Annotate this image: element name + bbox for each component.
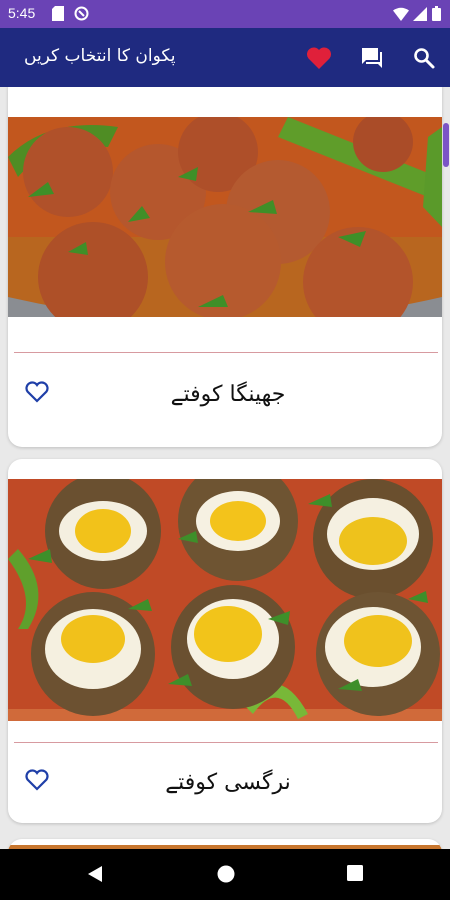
data-saver-icon xyxy=(74,6,89,25)
recipe-image xyxy=(8,117,442,317)
recipe-list[interactable]: جھینگا کوفتے نرگسی کوفتے xyxy=(0,87,450,849)
signal-icon xyxy=(413,6,427,25)
chat-icon[interactable] xyxy=(360,46,384,70)
card-divider xyxy=(14,352,438,353)
card-divider xyxy=(14,742,438,743)
recents-icon[interactable] xyxy=(346,864,364,886)
status-bar: 5:45 xyxy=(0,0,450,28)
system-nav-bar xyxy=(0,849,450,900)
heart-outline-icon[interactable] xyxy=(24,767,50,793)
sim-card-icon xyxy=(52,6,64,25)
app-bar: پکوان کا انتخاب کریں xyxy=(0,28,450,87)
recipe-name: نرگسی کوفتے xyxy=(165,770,291,795)
recipe-card[interactable]: نرگسی کوفتے xyxy=(8,459,442,823)
wifi-icon xyxy=(393,6,409,25)
favorites-heart-icon[interactable] xyxy=(306,46,332,70)
heart-outline-icon[interactable] xyxy=(24,379,50,405)
search-icon[interactable] xyxy=(412,46,436,70)
recipe-name: جھینگا کوفتے xyxy=(170,382,286,407)
back-icon[interactable] xyxy=(86,864,104,888)
status-time: 5:45 xyxy=(8,5,36,21)
recipe-card[interactable]: جھینگا کوفتے xyxy=(8,87,442,447)
scrollbar-thumb[interactable] xyxy=(443,123,449,167)
home-icon[interactable] xyxy=(216,864,236,888)
page-title: پکوان کا انتخاب کریں xyxy=(24,46,176,66)
battery-icon xyxy=(432,6,441,25)
recipe-card[interactable] xyxy=(8,839,442,849)
recipe-image xyxy=(8,479,442,721)
